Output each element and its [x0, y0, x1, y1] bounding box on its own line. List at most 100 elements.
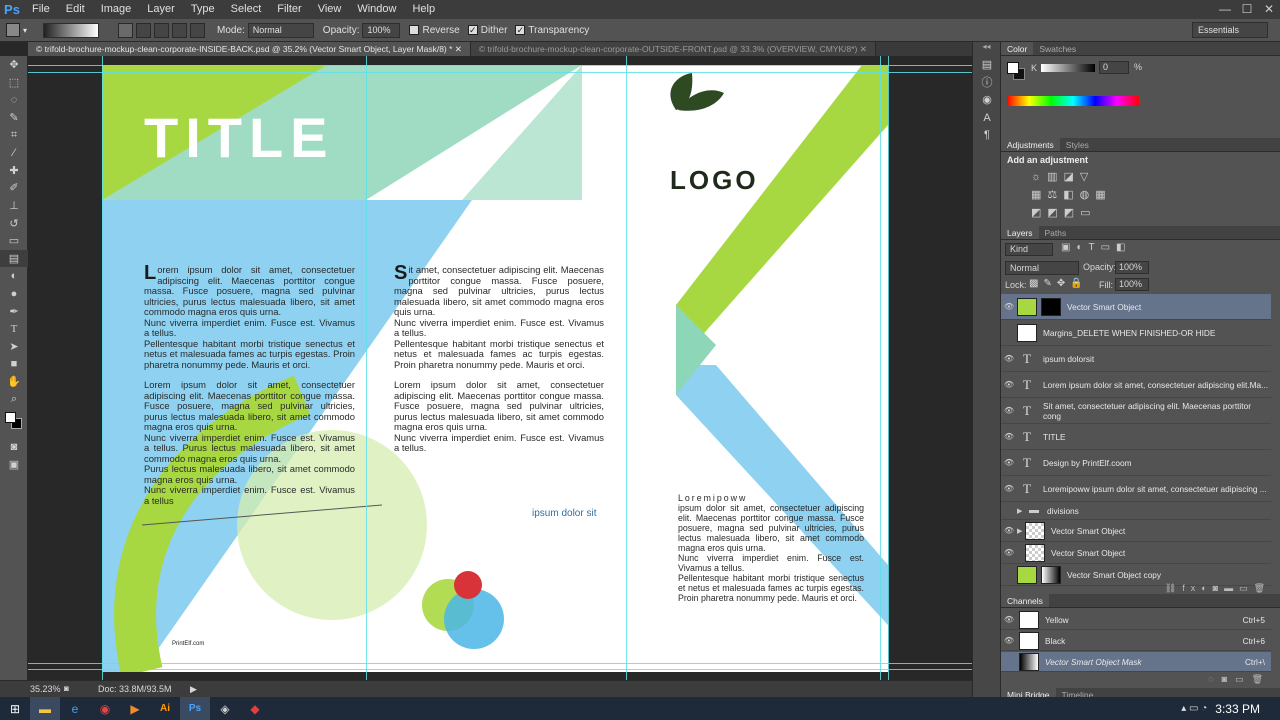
channel-action-icons[interactable]: ◌◙▭🗑 — [1001, 674, 1271, 686]
tab-outside-front[interactable]: © trifold-brochure-mockup-clean-corporat… — [470, 42, 876, 56]
workspace-select[interactable]: Essentials — [1192, 22, 1268, 38]
app-icon[interactable]: ◆ — [240, 697, 270, 720]
tab-channels[interactable]: Channels — [1001, 594, 1049, 607]
eye-icon[interactable]: 👁 — [1001, 526, 1017, 535]
layer-row[interactable]: 👁 T Sit amet, consectetuer adipiscing el… — [1001, 398, 1271, 424]
channel-row[interactable]: 👁 Yellow Ctrl+5 — [1001, 610, 1271, 630]
diamond-gradient-button[interactable] — [190, 22, 205, 38]
menu-help[interactable]: Help — [404, 0, 443, 19]
hand-tool-icon[interactable]: ✋ — [0, 373, 28, 391]
opacity-input[interactable]: 100% — [362, 22, 401, 38]
channel-row[interactable]: Vector Smart Object Mask Ctrl+\ — [1001, 652, 1271, 672]
menu-image[interactable]: Image — [93, 0, 140, 19]
eye-icon[interactable]: 👁 — [1001, 615, 1017, 624]
layer-mask-thumbnail[interactable] — [1041, 297, 1061, 316]
angle-gradient-button[interactable] — [154, 22, 169, 38]
color-swatches-icon[interactable] — [0, 408, 28, 438]
eye-icon[interactable]: 👁 — [1001, 458, 1017, 467]
tab-color[interactable]: Color — [1001, 42, 1034, 55]
maximize-button[interactable]: ☐ — [1236, 0, 1258, 19]
foreground-color-swatch[interactable] — [5, 411, 16, 423]
expand-arrow-icon[interactable]: ▶ — [1017, 527, 1025, 535]
layer-row[interactable]: 👁 T Lorem ipsum dolor sit amet, consecte… — [1001, 372, 1271, 398]
menu-window[interactable]: Window — [349, 0, 404, 19]
eye-icon[interactable]: 👁 — [1001, 432, 1017, 441]
clone-stamp-tool-icon[interactable]: ⊥ — [0, 197, 28, 215]
quick-mask-icon[interactable]: ◙ — [0, 438, 28, 456]
properties-panel-icon[interactable]: ⓘ — [973, 74, 1001, 92]
layer-row[interactable]: 👁 Vector Smart Object — [1001, 542, 1271, 564]
blend-mode-select[interactable]: Normal — [1005, 261, 1079, 275]
shape-tool-icon[interactable]: ■ — [0, 355, 28, 373]
tab-inside-back[interactable]: © trifold-brochure-mockup-clean-corporat… — [28, 42, 471, 56]
illustrator-icon[interactable]: Ai — [150, 697, 180, 720]
eye-icon[interactable]: 👁 — [1001, 354, 1017, 363]
layer-row[interactable]: 👁 T TITLE — [1001, 424, 1271, 450]
path-selection-tool-icon[interactable]: ➤ — [0, 338, 28, 356]
canvas-area[interactable]: TITLE LOGO PrintElf.com Lorem ipsum dolo… — [28, 56, 972, 680]
reverse-checkbox[interactable] — [409, 25, 420, 35]
brochure-document[interactable]: TITLE LOGO PrintElf.com Lorem ipsum dolo… — [102, 65, 888, 672]
screen-mode-icon[interactable]: ▣ — [0, 455, 28, 473]
status-arrow-icon[interactable]: ▶ — [190, 684, 197, 695]
layer-row[interactable]: Margins_DELETE WHEN FINISHED-OR HIDE — [1001, 320, 1271, 346]
move-tool-icon[interactable]: ✥ — [0, 56, 28, 74]
fill-input[interactable]: 100% — [1115, 278, 1149, 291]
foreground-color-swatch[interactable] — [1007, 62, 1019, 74]
media-player-icon[interactable]: ▶ — [120, 697, 150, 720]
eye-icon[interactable]: 👁 — [1001, 636, 1017, 645]
menu-file[interactable]: File — [24, 0, 58, 19]
tab-swatches[interactable]: Swatches — [1033, 42, 1082, 55]
expand-arrow-icon[interactable]: ▶ — [1017, 507, 1029, 515]
gradient-picker[interactable] — [43, 22, 99, 38]
zoom-tool-icon[interactable]: ⌕ — [0, 390, 28, 408]
layer-opacity-input[interactable]: 100% — [1115, 261, 1149, 274]
pen-tool-icon[interactable]: ✒ — [0, 302, 28, 320]
layer-mask-thumbnail[interactable] — [1041, 565, 1061, 584]
menu-filter[interactable]: Filter — [269, 0, 309, 19]
mode-select[interactable]: Normal — [247, 22, 314, 38]
eraser-tool-icon[interactable]: ▭ — [0, 232, 28, 250]
layer-action-icons[interactable]: ⛓fx◐◙▬▭🗑 — [1001, 583, 1271, 595]
dither-checkbox[interactable] — [467, 25, 478, 35]
chrome-icon[interactable]: ◉ — [90, 697, 120, 720]
type-tool-icon[interactable]: T — [0, 320, 28, 338]
menu-type[interactable]: Type — [183, 0, 223, 19]
brush-tool-icon[interactable]: ✐ — [0, 179, 28, 197]
character-panel-icon[interactable]: A — [973, 109, 1001, 127]
tray-icons[interactable]: ▴ ▭ ◔ — [1181, 703, 1207, 714]
eye-icon[interactable]: 👁 — [1001, 302, 1017, 311]
layer-row[interactable]: 👁 T Design by PrintElf.coom — [1001, 450, 1271, 476]
history-brush-tool-icon[interactable]: ↺ — [0, 214, 28, 232]
radial-gradient-button[interactable] — [136, 22, 151, 38]
eye-icon[interactable]: 👁 — [1001, 548, 1017, 557]
k-value-input[interactable]: 0 — [1099, 61, 1129, 74]
linear-gradient-button[interactable] — [118, 22, 133, 38]
crop-tool-icon[interactable]: ⌗ — [0, 126, 28, 144]
lasso-tool-icon[interactable]: ◌ — [0, 91, 28, 109]
dodge-tool-icon[interactable]: ● — [0, 285, 28, 303]
menu-edit[interactable]: Edit — [58, 0, 93, 19]
app-icon[interactable]: ◈ — [210, 697, 240, 720]
windows-start-icon[interactable]: ⊞ — [0, 697, 30, 720]
eye-icon[interactable]: 👁 — [1001, 484, 1017, 493]
quick-select-tool-icon[interactable]: ✎ — [0, 109, 28, 127]
eyedropper-tool-icon[interactable]: ⁄ — [0, 144, 28, 162]
clock[interactable]: 3:33 PM — [1215, 702, 1260, 716]
internet-explorer-icon[interactable]: e — [60, 697, 90, 720]
tab-styles[interactable]: Styles — [1060, 138, 1095, 151]
file-explorer-icon[interactable]: ▬ — [30, 697, 60, 720]
zoom-level[interactable]: 35.23% — [30, 684, 61, 694]
minimize-button[interactable]: — — [1214, 0, 1236, 19]
layer-row[interactable]: 👁 Vector Smart Object — [1001, 294, 1271, 320]
color-ramp[interactable] — [1007, 96, 1139, 106]
collapse-icon[interactable]: ◂◂ — [973, 42, 1000, 56]
tab-paths[interactable]: Paths — [1039, 226, 1073, 239]
tab-layers[interactable]: Layers — [1001, 226, 1039, 239]
eye-icon[interactable]: 👁 — [1001, 406, 1017, 415]
lock-icons[interactable]: ▩✎✥🔒 — [1029, 278, 1088, 289]
history-panel-icon[interactable]: ▤ — [973, 56, 1001, 74]
adjustment-icons[interactable]: ☼▥◪▽ ▦⚖◧◍▦ ◩◩◩▭ — [1031, 168, 1121, 222]
menu-layer[interactable]: Layer — [139, 0, 183, 19]
gradient-tool-icon[interactable]: ▤ — [0, 249, 28, 268]
